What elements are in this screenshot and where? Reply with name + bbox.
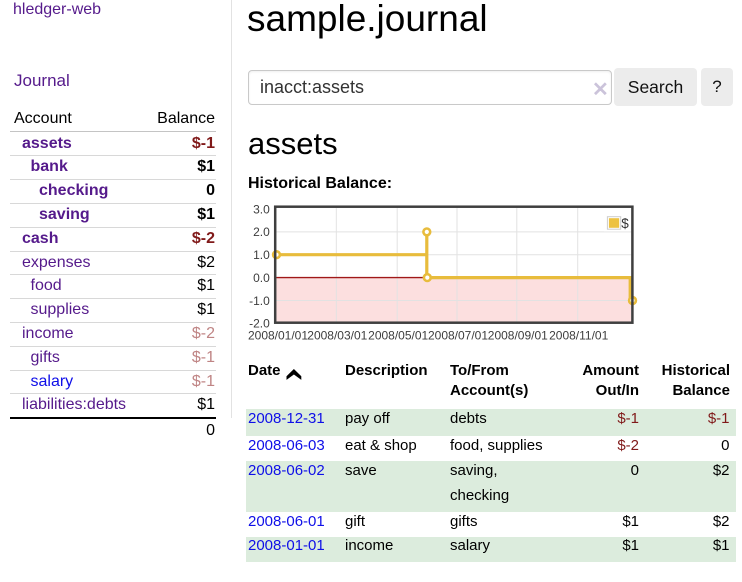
svg-text:-1.0: -1.0 (249, 294, 270, 308)
svg-text:0.0: 0.0 (253, 271, 270, 285)
svg-text:2.0: 2.0 (253, 225, 270, 239)
svg-text:2008/03/01: 2008/03/01 (307, 329, 367, 343)
svg-text:2008/09/01: 2008/09/01 (488, 329, 548, 343)
svg-text:$: $ (621, 216, 629, 231)
svg-text:2008/11/01: 2008/11/01 (549, 329, 608, 343)
svg-text:3.0: 3.0 (253, 202, 270, 216)
svg-text:1.0: 1.0 (253, 248, 270, 262)
svg-text:2008/05/01: 2008/05/01 (368, 329, 428, 343)
svg-text:2008/07/01: 2008/07/01 (428, 329, 488, 343)
svg-text:2008/01/01: 2008/01/01 (248, 329, 308, 343)
